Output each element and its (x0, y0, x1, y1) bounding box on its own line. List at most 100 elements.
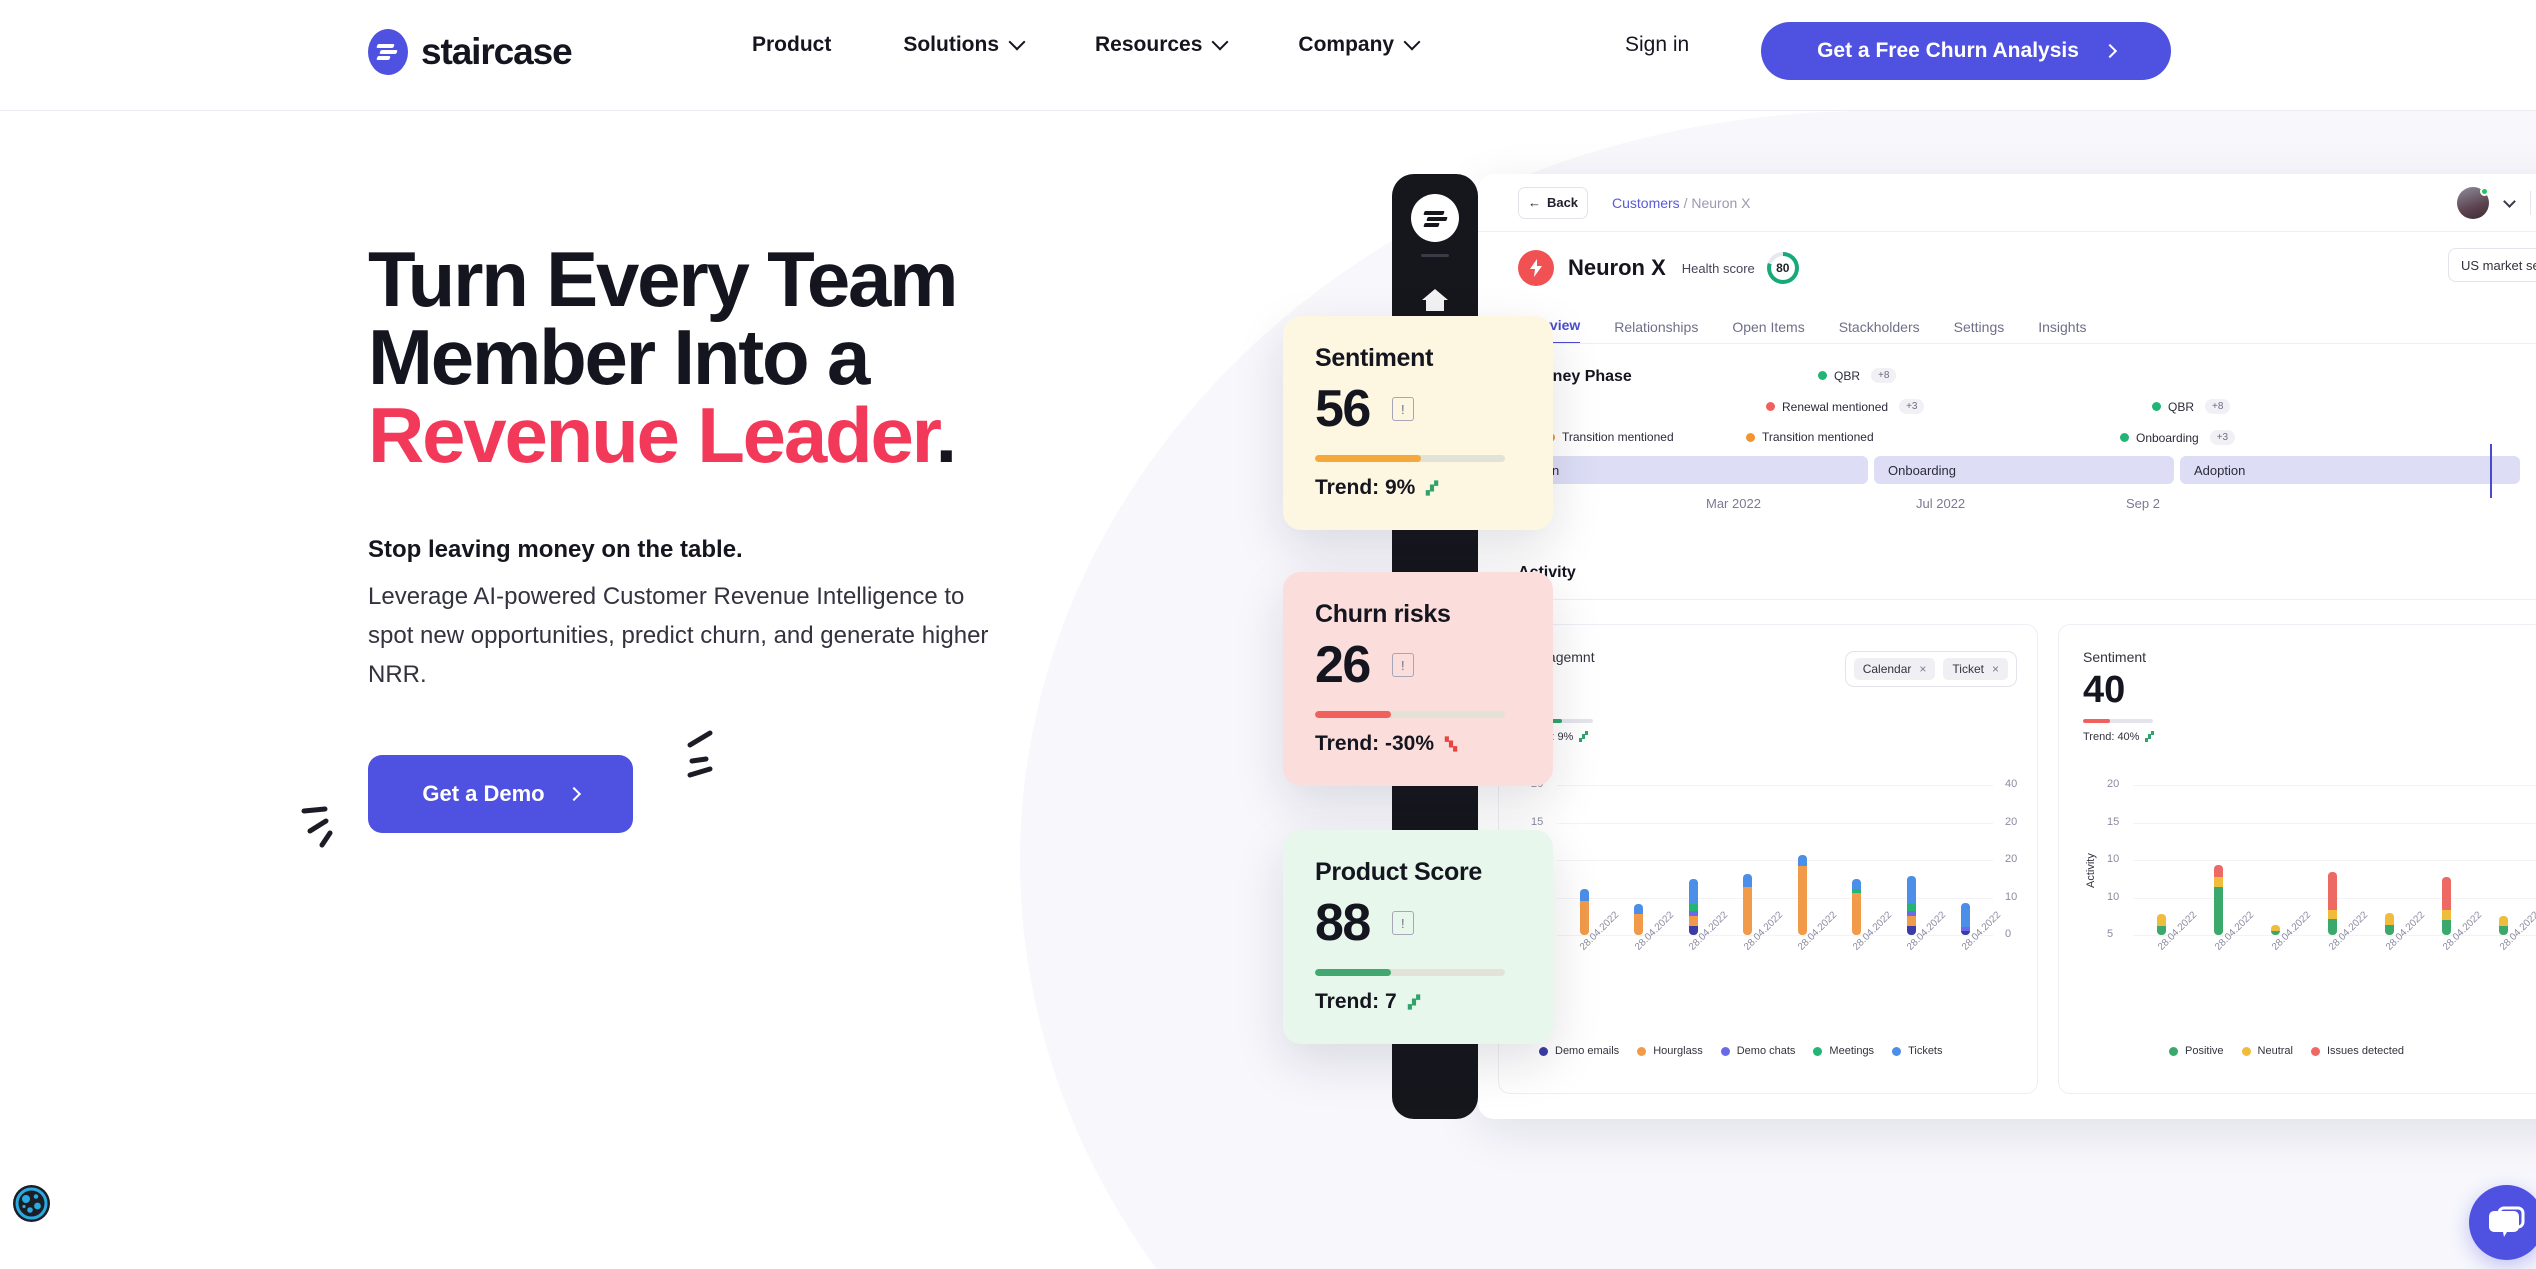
nav-item-product[interactable]: Product (716, 33, 867, 57)
card-title: Product Score (1315, 858, 1482, 886)
legend-item[interactable]: Issues detected (2311, 1045, 2404, 1057)
phase-adoption[interactable]: Adoption (2180, 456, 2520, 484)
y-axis-tick-right: 10 (2005, 890, 2018, 903)
hero-subheading: Stop leaving money on the table. (368, 536, 743, 563)
event-count: +3 (2209, 430, 2236, 445)
legend-item[interactable]: Demo emails (1539, 1045, 1619, 1057)
alert-icon[interactable]: ! (1391, 911, 1414, 935)
chart-bar[interactable] (1906, 875, 1916, 935)
chart-bar[interactable] (2328, 872, 2337, 935)
timeline-event[interactable]: Renewal mentioned +3 (1766, 399, 1925, 414)
chart-bar[interactable] (1743, 873, 1753, 935)
company-name: Neuron X (1568, 255, 1666, 280)
chart-bar[interactable] (2271, 925, 2280, 935)
home-icon[interactable] (1418, 283, 1452, 317)
alert-icon[interactable]: ! (1391, 653, 1414, 677)
timeline-marker (2490, 444, 2492, 498)
dashboard-topbar: ← Back Customers / Neuron X Acme Inc (1478, 174, 2536, 232)
chevron-down-icon (1211, 33, 1229, 51)
chart-bar[interactable] (1688, 878, 1698, 935)
health-score-ring: 80 (1766, 252, 1799, 284)
chart-bar[interactable] (1634, 904, 1644, 935)
market-sector-select[interactable]: US market sector (2448, 248, 2536, 282)
get-a-demo-button[interactable]: Get a Demo (368, 754, 633, 833)
back-button[interactable]: ← Back (1518, 186, 1588, 219)
chart-bar[interactable] (1852, 878, 1862, 935)
churn-analysis-cta-button[interactable]: Get a Free Churn Analysis (1761, 22, 2171, 80)
bar-segment (1579, 900, 1589, 935)
gridline (1557, 822, 1993, 824)
bar-segment (2328, 872, 2337, 910)
headline-line-1: Turn Every Team (368, 235, 959, 323)
tab-insights[interactable]: Insights (2038, 319, 2086, 344)
brand-name: staircase (421, 31, 573, 72)
breadcrumb-customers-link[interactable]: Customers (1612, 195, 1680, 211)
close-icon[interactable]: × (1992, 662, 1999, 676)
nav-item-solutions[interactable]: Solutions (867, 33, 1059, 57)
bar-segment (1797, 854, 1807, 866)
bar-segment (1688, 878, 1698, 905)
chart-bar[interactable] (1797, 854, 1807, 935)
chart-bar[interactable] (2499, 916, 2508, 935)
legend-item[interactable]: Tickets (1892, 1045, 1943, 1057)
bar-segment (2157, 914, 2166, 926)
journey-timeline: Transition mentioned Transition mentione… (1478, 356, 2536, 511)
product-score-floating-card[interactable]: Product Score 88 ! Trend: 7 (1283, 830, 1553, 1044)
legend-item[interactable]: Neutral (2241, 1045, 2293, 1057)
gridline (2133, 785, 2536, 786)
dashboard-mockup: ← Back Customers / Neuron X Acme Inc Neu… (1478, 174, 2536, 1119)
bar-segment (1852, 893, 1862, 935)
accessibility-widget-button[interactable] (13, 1185, 50, 1222)
phase-onboarding[interactable]: Onboarding (1874, 456, 2174, 484)
timeline-event[interactable]: Transition mentioned (1746, 430, 1874, 444)
legend-item[interactable]: Hourglass (1637, 1045, 1703, 1057)
nav-item-resources[interactable]: Resources (1059, 33, 1262, 57)
legend-item[interactable]: Positive (2169, 1045, 2224, 1057)
cta-label: Get a Free Churn Analysis (1817, 39, 2079, 62)
bar-segment (1906, 915, 1916, 926)
tab-open-items[interactable]: Open Items (1732, 319, 1804, 344)
chart-bar[interactable] (1579, 889, 1589, 935)
timeline-event[interactable]: QBR +8 (2152, 399, 2231, 414)
health-score-label: Health score (1681, 260, 1755, 276)
brand-logo[interactable]: staircase (368, 29, 573, 75)
tab-settings[interactable]: Settings (1954, 319, 2005, 344)
timeline-event[interactable]: QBR +8 (1818, 368, 1897, 383)
avatar[interactable] (2457, 187, 2490, 219)
bar-segment (2499, 916, 2508, 926)
y-axis-tick-right: 40 (2005, 778, 2018, 790)
topbar-account-area: Acme Inc (2457, 174, 2536, 232)
event-label: Transition mentioned (1762, 430, 1874, 444)
y-axis-tick: 5 (2107, 928, 2114, 940)
legend-item[interactable]: Meetings (1813, 1045, 1874, 1057)
chip-label: Calendar (1862, 662, 1912, 676)
sign-in-link[interactable]: Sign in (1625, 33, 1689, 57)
trend-label: Trend: 40% (2083, 730, 2140, 743)
y-axis-tick: 15 (2107, 815, 2120, 828)
tab-stackholders[interactable]: Stackholders (1839, 319, 1920, 344)
hero-body-text: Leverage AI-powered Customer Revenue Int… (368, 583, 989, 688)
card-value-row: 56 ! (1315, 383, 1521, 435)
chart-bar[interactable] (2214, 864, 2223, 935)
churn-risks-floating-card[interactable]: Churn risks 26 ! Trend: -30% (1283, 572, 1553, 786)
chart-bar[interactable] (2442, 876, 2451, 935)
tab-relationships[interactable]: Relationships (1614, 319, 1698, 344)
chart-bar[interactable] (2385, 912, 2394, 935)
sentiment-floating-card[interactable]: Sentiment 56 ! Trend: 9% (1283, 316, 1553, 530)
legend-item[interactable]: Demo chats (1720, 1045, 1795, 1057)
chip-calendar[interactable]: Calendar × (1853, 658, 1936, 680)
chevron-down-icon[interactable] (2503, 194, 2517, 208)
chat-widget-button[interactable] (2469, 1185, 2536, 1260)
nav-item-company[interactable]: Company (1262, 33, 1454, 57)
rail-logo-icon[interactable] (1411, 194, 1459, 242)
alert-icon[interactable]: ! (1391, 397, 1414, 421)
timeline-event[interactable]: Transition mentioned (1546, 430, 1674, 444)
chart-bar[interactable] (2157, 914, 2166, 935)
sentiment-chart: 20 15 10 10 5 28.04.2022 28.04.2022 28.04.2022 2… (2059, 775, 2536, 1075)
arrow-left-icon: ← (1527, 195, 1541, 210)
timeline-event[interactable]: Onboarding +3 (2120, 430, 2236, 445)
chip-ticket[interactable]: Ticket × (1943, 658, 2008, 680)
event-label: QBR (1834, 368, 1861, 383)
chart-bar[interactable] (1961, 902, 1971, 935)
close-icon[interactable]: × (1919, 662, 1926, 676)
